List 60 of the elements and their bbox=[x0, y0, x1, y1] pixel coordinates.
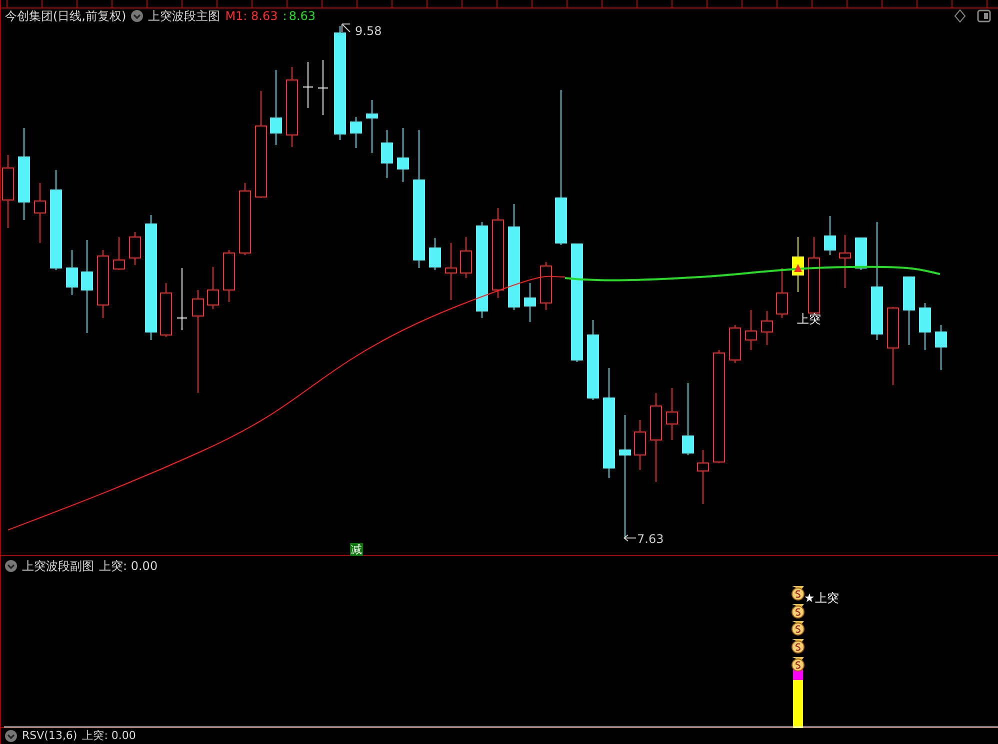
candlestick bbox=[429, 238, 441, 270]
low-price-label: 7.63 bbox=[637, 532, 664, 546]
candlestick bbox=[34, 182, 46, 244]
candlestick bbox=[776, 268, 788, 318]
candlestick bbox=[855, 238, 867, 270]
candlestick bbox=[397, 128, 409, 182]
indicator-reading: 上突: 0.00 bbox=[99, 558, 158, 575]
candlestick bbox=[129, 232, 141, 266]
candlestick bbox=[839, 234, 851, 288]
collapse-icon[interactable] bbox=[5, 560, 17, 572]
candlestick bbox=[540, 262, 552, 310]
candlestick bbox=[223, 250, 235, 302]
indicator-reading: 上突: 0.00 bbox=[82, 728, 136, 743]
indicator-value: M1: 8.63 bbox=[225, 8, 278, 25]
candlestick bbox=[207, 266, 219, 310]
candlestick bbox=[666, 388, 678, 440]
indicator-name: 上突波段主图 bbox=[148, 8, 220, 25]
candlestick bbox=[445, 242, 457, 300]
candlestick bbox=[761, 310, 773, 346]
diamond-icon[interactable] bbox=[954, 9, 966, 23]
money-bag-icon bbox=[792, 586, 804, 600]
candlestick bbox=[381, 130, 393, 178]
candlestick bbox=[366, 100, 378, 154]
candlestick bbox=[729, 324, 741, 364]
candlestick bbox=[919, 302, 931, 350]
candlestick bbox=[97, 250, 109, 318]
indicator-name: RSV(13,6) bbox=[22, 728, 78, 743]
indicator-value: 8.63 bbox=[288, 8, 316, 25]
candlestick bbox=[903, 276, 915, 346]
candlestick bbox=[634, 420, 646, 470]
candlestick bbox=[745, 310, 757, 350]
chart-title: 今创集团(日线,前复权) bbox=[5, 8, 126, 25]
up-arrow-icon bbox=[794, 264, 802, 272]
signal-label: ★上突 bbox=[804, 591, 839, 605]
candlestick bbox=[824, 216, 836, 256]
money-bag-icon bbox=[792, 604, 804, 618]
candlestick bbox=[935, 324, 947, 370]
high-price-label: 9.58 bbox=[355, 24, 382, 38]
candlestick bbox=[113, 236, 125, 270]
candlestick bbox=[350, 116, 362, 148]
signal-label: 上突 bbox=[797, 312, 821, 326]
panel-toggle-icon[interactable] bbox=[977, 10, 991, 22]
doji-candle bbox=[318, 60, 328, 116]
money-bag-icon bbox=[792, 639, 804, 654]
pointer-arrow-icon bbox=[624, 534, 636, 542]
value-separator: : bbox=[282, 8, 287, 25]
candlestick bbox=[160, 282, 172, 338]
collapse-icon[interactable] bbox=[131, 10, 144, 22]
indicator-name: 上突波段副图 bbox=[22, 558, 94, 575]
doji-candle bbox=[302, 62, 314, 108]
candlestick bbox=[66, 250, 78, 296]
candlestick bbox=[524, 282, 536, 322]
candlestick bbox=[460, 236, 472, 278]
marker-badge: 减 bbox=[350, 543, 363, 556]
doji-candle bbox=[176, 268, 188, 330]
candlestick bbox=[697, 450, 709, 504]
collapse-icon[interactable] bbox=[5, 730, 17, 742]
money-bag-icon bbox=[792, 657, 804, 672]
money-bag-icon bbox=[792, 621, 804, 636]
pointer-arrow-icon bbox=[342, 24, 350, 32]
